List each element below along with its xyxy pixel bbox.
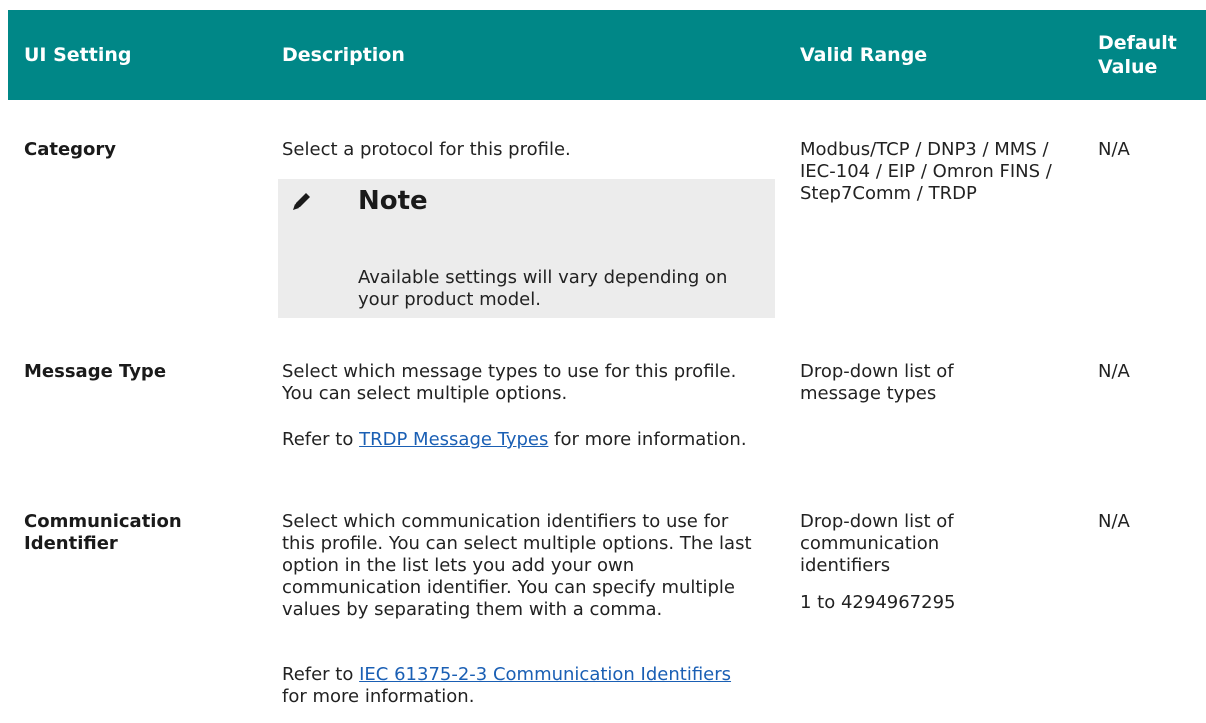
- row-description: Select which message types to use for th…: [282, 361, 737, 404]
- refer-suffix: for more information.: [282, 686, 475, 707]
- pencil-icon: [293, 193, 310, 210]
- refer-suffix: for more information.: [548, 429, 747, 450]
- note-title: Note: [358, 186, 428, 216]
- header-description: Description: [282, 44, 405, 66]
- row-default-value: N/A: [1098, 139, 1130, 160]
- header-default-value: Default Value: [1098, 32, 1177, 78]
- row-refer-text: Refer to TRDP Message Types for more inf…: [282, 429, 752, 451]
- table-header: [8, 10, 1206, 100]
- note-body: Available settings will vary depending o…: [358, 267, 728, 310]
- row-description: Select a protocol for this profile.: [282, 139, 571, 160]
- header-ui-setting: UI Setting: [24, 44, 132, 66]
- refer-prefix: Refer to: [282, 664, 360, 685]
- header-valid-range: Valid Range: [800, 44, 928, 66]
- iec-61375-link[interactable]: IEC 61375-2-3 Communication Identifiers: [359, 664, 731, 685]
- row-setting-category: Category: [24, 139, 117, 160]
- row-valid-range: Drop-down list of communication identifi…: [800, 511, 954, 576]
- row-default-value: N/A: [1098, 511, 1130, 532]
- row-valid-range-extra: 1 to 4294967295: [800, 592, 956, 613]
- row-setting-message-type: Message Type: [24, 361, 167, 382]
- row-description: Select which communication identifiers t…: [282, 511, 752, 620]
- note-box: Note Available settings will vary depend…: [278, 179, 775, 318]
- row-valid-range: Modbus/TCP / DNP3 / MMS / IEC-104 / EIP …: [800, 139, 1052, 204]
- row-setting-communication-identifier: Communication Identifier: [24, 511, 182, 554]
- row-default-value: N/A: [1098, 361, 1130, 382]
- trdp-message-types-link[interactable]: TRDP Message Types: [359, 429, 548, 450]
- refer-prefix: Refer to: [282, 429, 360, 450]
- row-refer-text: Refer to IEC 61375-2-3 Communication Ide…: [282, 664, 752, 708]
- row-valid-range: Drop-down list of message types: [800, 361, 954, 404]
